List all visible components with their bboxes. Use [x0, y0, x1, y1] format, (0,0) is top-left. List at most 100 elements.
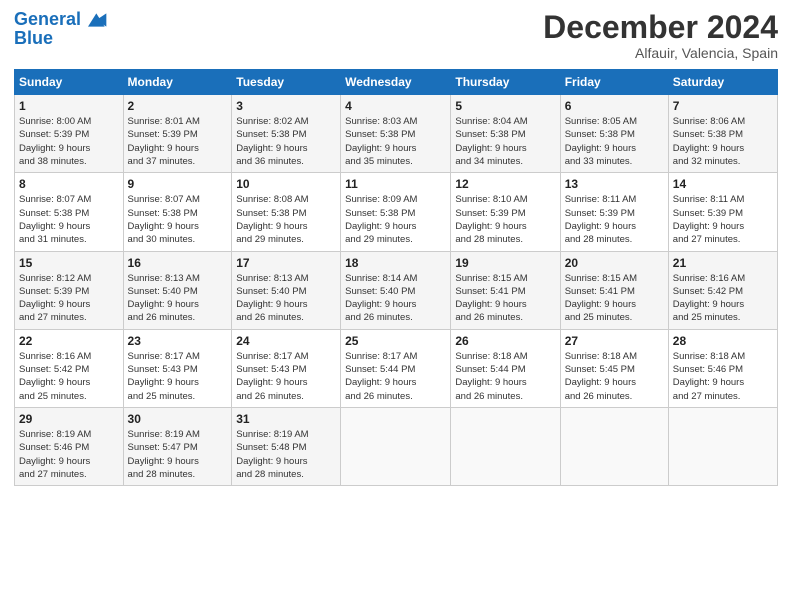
- table-row: 28 Sunrise: 8:18 AMSunset: 5:46 PMDayligh…: [668, 329, 777, 407]
- day-info: Sunrise: 8:02 AMSunset: 5:38 PMDaylight:…: [236, 115, 336, 168]
- day-info: Sunrise: 8:12 AMSunset: 5:39 PMDaylight:…: [19, 272, 119, 325]
- day-info: Sunrise: 8:17 AMSunset: 5:43 PMDaylight:…: [236, 350, 336, 403]
- day-number: 27: [565, 334, 664, 348]
- day-number: 17: [236, 256, 336, 270]
- table-row: 6 Sunrise: 8:05 AMSunset: 5:38 PMDaylight…: [560, 95, 668, 173]
- day-number: 23: [128, 334, 228, 348]
- day-number: 30: [128, 412, 228, 426]
- table-row: 17Sunrise: 8:13 AMSunset: 5:40 PMDayligh…: [232, 251, 341, 329]
- calendar-week-5: 29Sunrise: 8:19 AMSunset: 5:46 PMDayligh…: [15, 407, 778, 485]
- table-row: 15 Sunrise: 8:12 AMSunset: 5:39 PMDayligh…: [15, 251, 124, 329]
- table-row: 29Sunrise: 8:19 AMSunset: 5:46 PMDayligh…: [15, 407, 124, 485]
- page-container: General Blue December 2024 Alfauir, Vale…: [0, 0, 792, 496]
- day-number: 3: [236, 99, 336, 113]
- day-info: Sunrise: 8:15 AMSunset: 5:41 PMDaylight:…: [565, 272, 664, 325]
- day-number: 19: [455, 256, 555, 270]
- table-row: 4Sunrise: 8:03 AMSunset: 5:38 PMDaylight…: [341, 95, 451, 173]
- day-number: 21: [673, 256, 773, 270]
- logo-blue: Blue: [14, 28, 108, 49]
- calendar-week-4: 22 Sunrise: 8:16 AMSunset: 5:42 PMDayligh…: [15, 329, 778, 407]
- month-title: December 2024: [543, 10, 778, 45]
- table-row: 26 Sunrise: 8:18 AMSunset: 5:44 PMDayligh…: [451, 329, 560, 407]
- table-row: 11 Sunrise: 8:09 AMSunset: 5:38 PMDayligh…: [341, 173, 451, 251]
- header-thursday: Thursday: [451, 70, 560, 95]
- calendar-table: Sunday Monday Tuesday Wednesday Thursday…: [14, 69, 778, 486]
- day-number: 9: [128, 177, 228, 191]
- table-row: [451, 407, 560, 485]
- day-info: Sunrise: 8:00 AMSunset: 5:39 PMDaylight:…: [19, 115, 119, 168]
- day-number: 7: [673, 99, 773, 113]
- day-number: 12: [455, 177, 555, 191]
- day-number: 1: [19, 99, 119, 113]
- day-number: 31: [236, 412, 336, 426]
- table-row: 12Sunrise: 8:10 AMSunset: 5:39 PMDayligh…: [451, 173, 560, 251]
- table-row: [560, 407, 668, 485]
- day-info: Sunrise: 8:07 AMSunset: 5:38 PMDaylight:…: [19, 193, 119, 246]
- title-area: December 2024 Alfauir, Valencia, Spain: [543, 10, 778, 61]
- day-info: Sunrise: 8:19 AMSunset: 5:46 PMDaylight:…: [19, 428, 119, 481]
- day-info: Sunrise: 8:07 AMSunset: 5:38 PMDaylight:…: [128, 193, 228, 246]
- day-number: 20: [565, 256, 664, 270]
- day-info: Sunrise: 8:16 AMSunset: 5:42 PMDaylight:…: [19, 350, 119, 403]
- day-info: Sunrise: 8:05 AMSunset: 5:38 PMDaylight:…: [565, 115, 664, 168]
- day-info: Sunrise: 8:15 AMSunset: 5:41 PMDaylight:…: [455, 272, 555, 325]
- day-number: 6: [565, 99, 664, 113]
- table-row: 1 Sunrise: 8:00 AMSunset: 5:39 PMDaylight…: [15, 95, 124, 173]
- table-row: 25 Sunrise: 8:17 AMSunset: 5:44 PMDayligh…: [341, 329, 451, 407]
- day-info: Sunrise: 8:01 AMSunset: 5:39 PMDaylight:…: [128, 115, 228, 168]
- day-info: Sunrise: 8:18 AMSunset: 5:46 PMDaylight:…: [673, 350, 773, 403]
- day-number: 18: [345, 256, 446, 270]
- day-number: 4: [345, 99, 446, 113]
- day-info: Sunrise: 8:13 AMSunset: 5:40 PMDaylight:…: [128, 272, 228, 325]
- table-row: 19 Sunrise: 8:15 AMSunset: 5:41 PMDayligh…: [451, 251, 560, 329]
- day-number: 11: [345, 177, 446, 191]
- header-monday: Monday: [123, 70, 232, 95]
- calendar-header-row: Sunday Monday Tuesday Wednesday Thursday…: [15, 70, 778, 95]
- day-number: 24: [236, 334, 336, 348]
- day-info: Sunrise: 8:17 AMSunset: 5:44 PMDaylight:…: [345, 350, 446, 403]
- header-wednesday: Wednesday: [341, 70, 451, 95]
- table-row: [668, 407, 777, 485]
- table-row: 23 Sunrise: 8:17 AMSunset: 5:43 PMDayligh…: [123, 329, 232, 407]
- day-info: Sunrise: 8:08 AMSunset: 5:38 PMDaylight:…: [236, 193, 336, 246]
- location-subtitle: Alfauir, Valencia, Spain: [543, 45, 778, 61]
- header-tuesday: Tuesday: [232, 70, 341, 95]
- table-row: 21 Sunrise: 8:16 AMSunset: 5:42 PMDayligh…: [668, 251, 777, 329]
- day-number: 26: [455, 334, 555, 348]
- day-info: Sunrise: 8:06 AMSunset: 5:38 PMDaylight:…: [673, 115, 773, 168]
- day-info: Sunrise: 8:11 AMSunset: 5:39 PMDaylight:…: [565, 193, 664, 246]
- table-row: 3 Sunrise: 8:02 AMSunset: 5:38 PMDaylight…: [232, 95, 341, 173]
- day-number: 28: [673, 334, 773, 348]
- day-info: Sunrise: 8:09 AMSunset: 5:38 PMDaylight:…: [345, 193, 446, 246]
- table-row: 5 Sunrise: 8:04 AMSunset: 5:38 PMDaylight…: [451, 95, 560, 173]
- table-row: 20 Sunrise: 8:15 AMSunset: 5:41 PMDayligh…: [560, 251, 668, 329]
- table-row: 22 Sunrise: 8:16 AMSunset: 5:42 PMDayligh…: [15, 329, 124, 407]
- day-info: Sunrise: 8:18 AMSunset: 5:45 PMDaylight:…: [565, 350, 664, 403]
- day-info: Sunrise: 8:14 AMSunset: 5:40 PMDaylight:…: [345, 272, 446, 325]
- table-row: 7 Sunrise: 8:06 AMSunset: 5:38 PMDaylight…: [668, 95, 777, 173]
- day-info: Sunrise: 8:04 AMSunset: 5:38 PMDaylight:…: [455, 115, 555, 168]
- table-row: 13 Sunrise: 8:11 AMSunset: 5:39 PMDayligh…: [560, 173, 668, 251]
- header-sunday: Sunday: [15, 70, 124, 95]
- day-number: 14: [673, 177, 773, 191]
- header-saturday: Saturday: [668, 70, 777, 95]
- day-info: Sunrise: 8:17 AMSunset: 5:43 PMDaylight:…: [128, 350, 228, 403]
- day-number: 13: [565, 177, 664, 191]
- table-row: 30 Sunrise: 8:19 AMSunset: 5:47 PMDayligh…: [123, 407, 232, 485]
- day-info: Sunrise: 8:18 AMSunset: 5:44 PMDaylight:…: [455, 350, 555, 403]
- calendar-week-3: 15 Sunrise: 8:12 AMSunset: 5:39 PMDayligh…: [15, 251, 778, 329]
- day-number: 15: [19, 256, 119, 270]
- table-row: 10Sunrise: 8:08 AMSunset: 5:38 PMDayligh…: [232, 173, 341, 251]
- day-number: 5: [455, 99, 555, 113]
- day-info: Sunrise: 8:16 AMSunset: 5:42 PMDaylight:…: [673, 272, 773, 325]
- calendar-week-1: 1 Sunrise: 8:00 AMSunset: 5:39 PMDaylight…: [15, 95, 778, 173]
- table-row: [341, 407, 451, 485]
- day-info: Sunrise: 8:19 AMSunset: 5:48 PMDaylight:…: [236, 428, 336, 481]
- table-row: 2Sunrise: 8:01 AMSunset: 5:39 PMDaylight…: [123, 95, 232, 173]
- table-row: 18 Sunrise: 8:14 AMSunset: 5:40 PMDayligh…: [341, 251, 451, 329]
- day-number: 8: [19, 177, 119, 191]
- day-info: Sunrise: 8:19 AMSunset: 5:47 PMDaylight:…: [128, 428, 228, 481]
- table-row: 14Sunrise: 8:11 AMSunset: 5:39 PMDayligh…: [668, 173, 777, 251]
- day-number: 22: [19, 334, 119, 348]
- day-number: 25: [345, 334, 446, 348]
